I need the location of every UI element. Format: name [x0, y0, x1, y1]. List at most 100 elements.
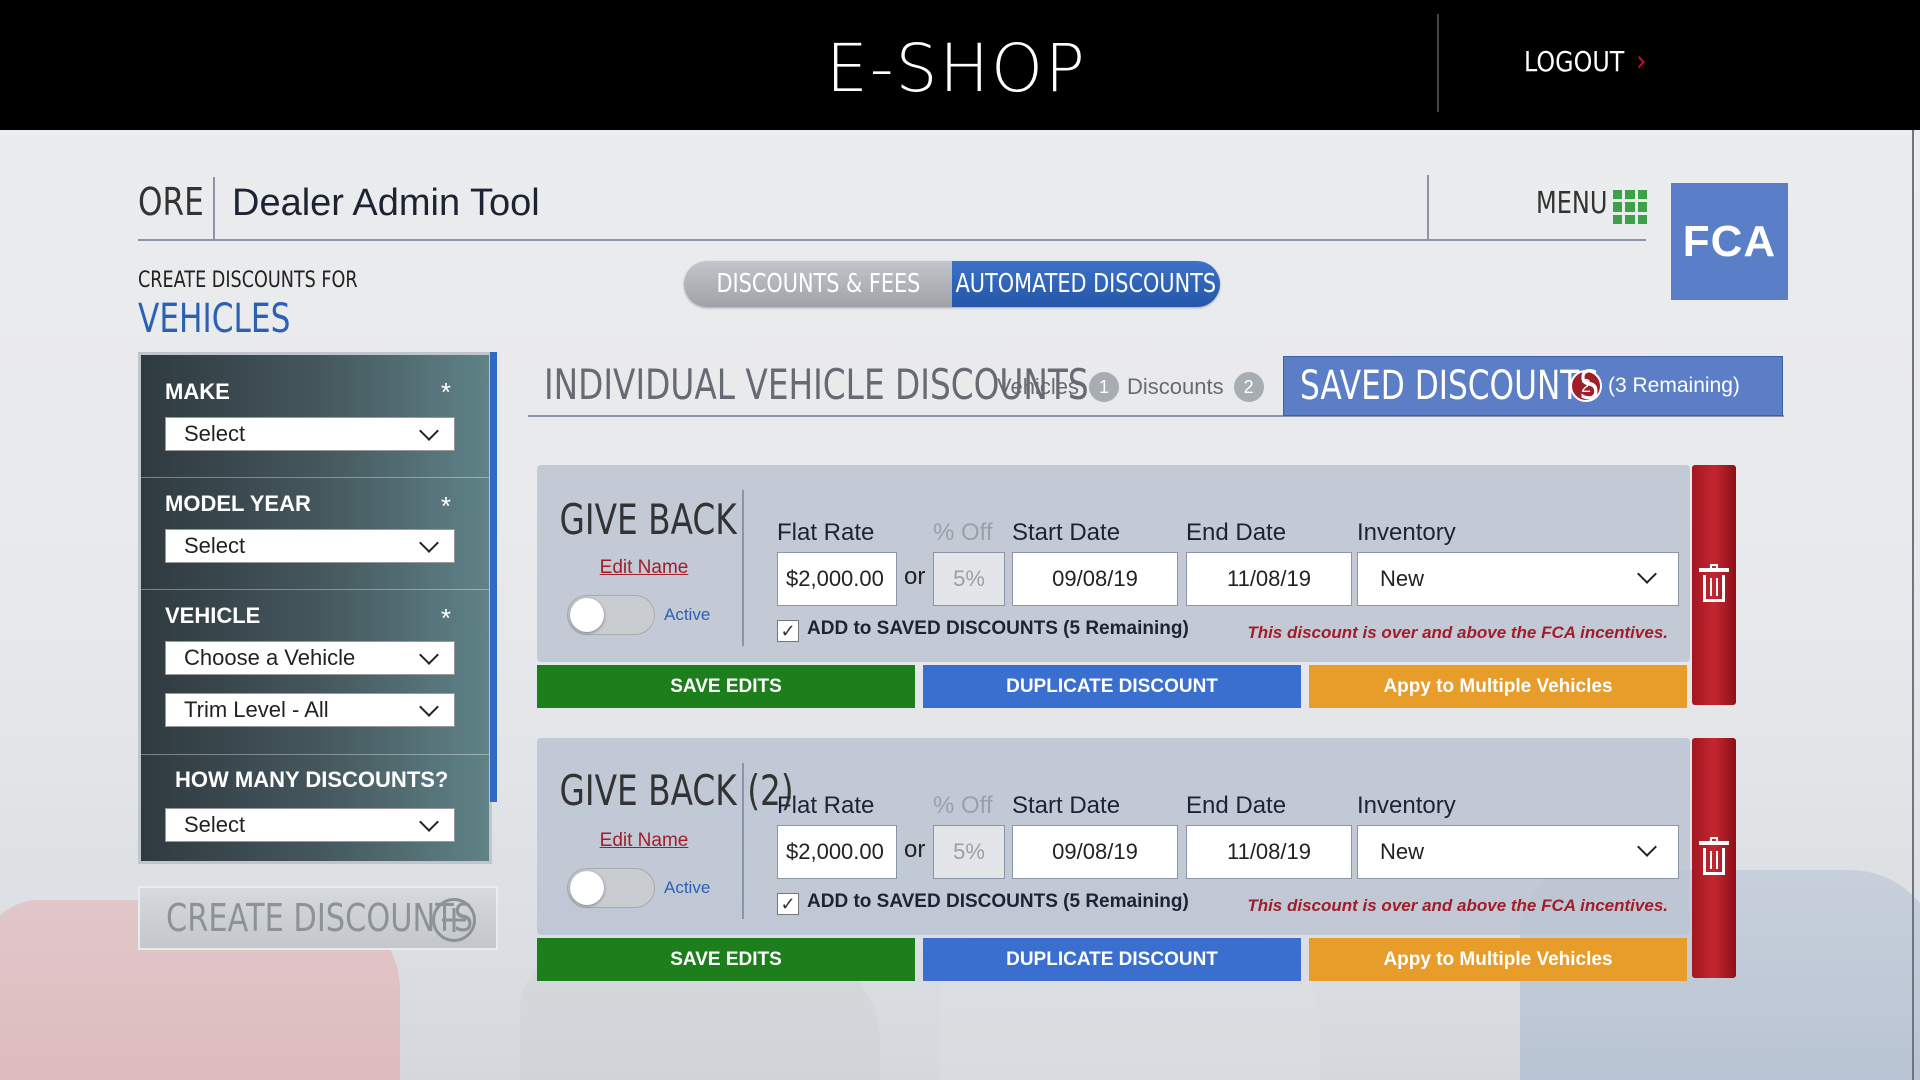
flat-rate-input[interactable]: $2,000.00: [777, 552, 897, 606]
logout-button[interactable]: LOGOUT ›: [1524, 44, 1646, 79]
header-underline: [138, 239, 1646, 241]
saved-discounts-tab[interactable]: SAVED DISCOUNTS 2 (3 Remaining): [1283, 356, 1783, 416]
inventory-select[interactable]: New: [1357, 552, 1679, 606]
chevron-down-icon: [1637, 837, 1657, 857]
percent-off-label: % Off: [933, 519, 993, 546]
inventory-label: Inventory: [1357, 519, 1456, 546]
model-year-select-value: Select: [184, 533, 246, 558]
add-saved-checkbox[interactable]: ✓: [777, 893, 799, 915]
scrollbar-edge: [1912, 130, 1914, 1080]
toggle-knob: [570, 598, 604, 632]
page-title: Dealer Admin Tool: [232, 182, 540, 224]
discounts-counter: Discounts 2: [1127, 372, 1264, 402]
chevron-down-icon: [419, 421, 439, 441]
trash-icon: [1699, 837, 1729, 875]
model-year-section: MODEL YEAR * Select: [141, 478, 489, 590]
make-label: MAKE: [165, 379, 230, 404]
card-divider: [742, 490, 744, 646]
create-discounts-button[interactable]: CREATE DISCOUNTS: [138, 886, 498, 950]
inventory-select-value: New: [1380, 839, 1425, 864]
start-date-label: Start Date: [1012, 519, 1121, 546]
vehicle-section: VEHICLE * Choose a Vehicle Trim Level - …: [141, 590, 489, 755]
end-date-label: End Date: [1186, 519, 1287, 546]
make-select-value: Select: [184, 421, 246, 446]
duplicate-discount-button[interactable]: DUPLICATE DISCOUNT: [923, 938, 1301, 981]
vehicles-counter: Vehicles 1: [997, 372, 1119, 402]
duplicate-discount-button[interactable]: DUPLICATE DISCOUNT: [923, 665, 1301, 708]
menu-label[interactable]: MENU: [1536, 186, 1607, 221]
sidebar-accent-bar: [490, 352, 497, 802]
chevron-right-icon: ›: [1636, 44, 1647, 79]
percent-off-input[interactable]: 5%: [933, 825, 1005, 879]
top-bar-divider: [1437, 14, 1439, 112]
delete-discount-button[interactable]: [1692, 465, 1736, 705]
header-divider: [213, 177, 215, 239]
logout-label: LOGOUT: [1524, 45, 1625, 78]
create-discounts-for-label: CREATE DISCOUNTS FOR: [138, 268, 358, 293]
tab-automated-discounts[interactable]: AUTOMATED DISCOUNTS: [952, 261, 1220, 307]
trim-level-select[interactable]: Trim Level - All: [165, 693, 455, 727]
tab-automated-discounts-label: AUTOMATED DISCOUNTS: [955, 269, 1217, 299]
start-date-input[interactable]: 09/08/19: [1012, 825, 1178, 879]
trash-icon: [1699, 564, 1729, 602]
or-label: or: [904, 836, 926, 863]
model-year-select[interactable]: Select: [165, 529, 455, 563]
incentive-note: This discount is over and above the FCA …: [1247, 623, 1668, 642]
discount-name: GIVE BACK (2): [559, 766, 794, 815]
flat-rate-input[interactable]: $2,000.00: [777, 825, 897, 879]
vehicle-filter-sidebar: MAKE * Select MODEL YEAR * Select VEHICL…: [138, 352, 492, 864]
start-date-label: Start Date: [1012, 792, 1121, 819]
vehicle-select[interactable]: Choose a Vehicle: [165, 641, 455, 675]
vehicles-count-badge: 1: [1088, 372, 1119, 402]
save-edits-button[interactable]: SAVE EDITS: [537, 938, 915, 981]
card-actions: SAVE EDITS DUPLICATE DISCOUNT Appy to Mu…: [537, 665, 1687, 708]
create-discounts-label: CREATE DISCOUNTS: [166, 896, 474, 940]
apply-multiple-vehicles-button[interactable]: Appy to Multiple Vehicles: [1309, 938, 1687, 981]
eshop-logo[interactable]: E-SHOP: [826, 30, 1087, 107]
start-date-input[interactable]: 09/08/19: [1012, 552, 1178, 606]
percent-off-input[interactable]: 5%: [933, 552, 1005, 606]
chevron-down-icon: [419, 697, 439, 717]
end-date-input[interactable]: 11/08/19: [1186, 825, 1352, 879]
active-toggle[interactable]: [567, 868, 655, 908]
chevron-down-icon: [419, 533, 439, 553]
trim-level-select-value: Trim Level - All: [184, 697, 329, 722]
toggle-knob: [570, 871, 604, 905]
saved-remaining-text: (3 Remaining): [1608, 374, 1740, 397]
grid-menu-icon[interactable]: [1613, 190, 1647, 224]
vehicle-label: VEHICLE: [165, 603, 261, 628]
vehicle-select-value: Choose a Vehicle: [184, 645, 356, 670]
active-toggle[interactable]: [567, 595, 655, 635]
chevron-down-icon: [419, 645, 439, 665]
how-many-select[interactable]: Select: [165, 808, 455, 842]
inventory-select[interactable]: New: [1357, 825, 1679, 879]
or-label: or: [904, 563, 926, 590]
tab-discounts-fees[interactable]: DISCOUNTS & FEES: [684, 261, 952, 307]
inventory-label: Inventory: [1357, 792, 1456, 819]
edit-name-link[interactable]: Edit Name: [589, 830, 699, 852]
incentive-note: This discount is over and above the FCA …: [1247, 896, 1668, 915]
active-label: Active: [664, 605, 711, 624]
make-select[interactable]: Select: [165, 417, 455, 451]
add-saved-checkbox[interactable]: ✓: [777, 620, 799, 642]
make-section: MAKE * Select: [141, 355, 489, 478]
how-many-section: HOW MANY DISCOUNTS? Select: [141, 755, 489, 861]
card-divider: [742, 763, 744, 919]
save-edits-button[interactable]: SAVE EDITS: [537, 665, 915, 708]
saved-discounts-label: SAVED DISCOUNTS: [1300, 363, 1600, 409]
discounts-count-badge: 2: [1233, 372, 1264, 402]
end-date-input[interactable]: 11/08/19: [1186, 552, 1352, 606]
active-label: Active: [664, 878, 711, 897]
apply-multiple-vehicles-button[interactable]: Appy to Multiple Vehicles: [1309, 665, 1687, 708]
discount-name: GIVE BACK: [559, 495, 737, 544]
chevron-down-icon: [1637, 564, 1657, 584]
tab-discounts-fees-label: DISCOUNTS & FEES: [716, 269, 920, 299]
how-many-select-value: Select: [184, 812, 246, 837]
inventory-select-value: New: [1380, 566, 1425, 591]
delete-discount-button[interactable]: [1692, 738, 1736, 978]
card-actions: SAVE EDITS DUPLICATE DISCOUNT Appy to Mu…: [537, 938, 1687, 981]
required-marker: *: [440, 603, 451, 633]
edit-name-link[interactable]: Edit Name: [589, 557, 699, 579]
add-saved-label: ADD to SAVED DISCOUNTS (5 Remaining): [807, 891, 1189, 912]
flat-rate-label: Flat Rate: [777, 519, 875, 546]
